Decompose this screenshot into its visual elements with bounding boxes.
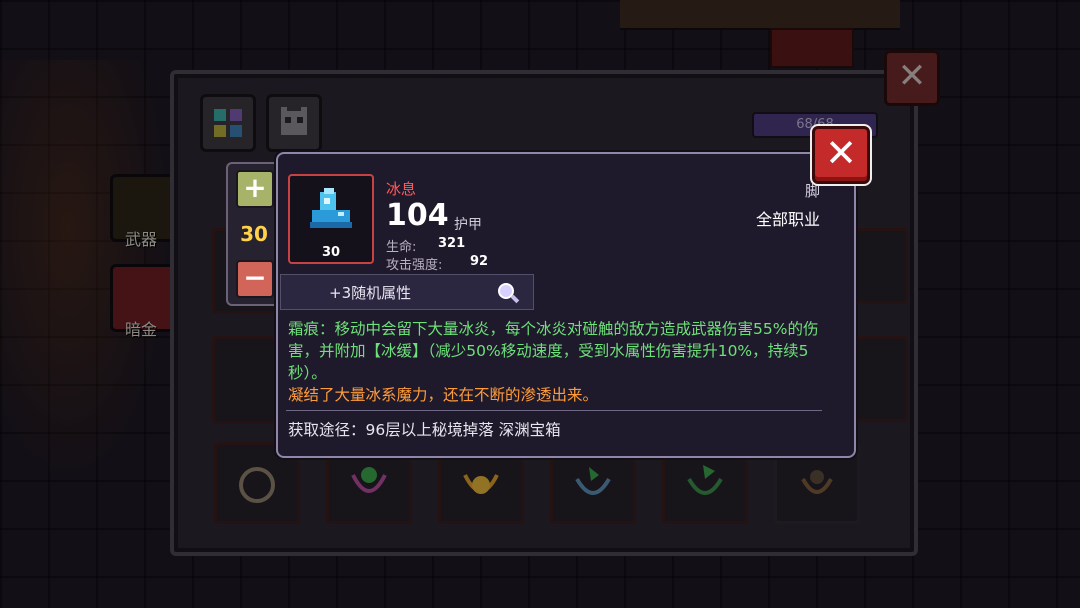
stat-value-hp: 321 [438, 236, 466, 251]
effect-description: 霜痕：移动中会留下大量冰炎，每个冰炎对碰触的敌方造成武器伤害55%的伤害，并附加… [288, 320, 819, 382]
class-requirement: 全部职业 [755, 210, 820, 229]
flavor-text: 凝结了大量冰系魔力，还在不断的渗透出来。 [288, 386, 599, 404]
level-plus-button[interactable]: + [236, 170, 274, 208]
level-minus-button[interactable]: − [236, 260, 274, 298]
magnifier-icon[interactable] [495, 280, 521, 306]
acquire-source: 获取途径：96层以上秘境掉落 深渊宝箱 [288, 421, 561, 439]
tooltip-close-button[interactable]: ✕ [812, 126, 870, 184]
stat-label-hp: 生命: [386, 240, 417, 255]
stat-value-attack: 92 [470, 254, 489, 269]
level-adjuster: + 30 − [226, 162, 282, 306]
level-value: 30 [240, 222, 268, 246]
armor-label: 护甲 [454, 217, 482, 233]
ice-boot-icon [310, 188, 352, 228]
item-name: 冰息 [386, 180, 417, 198]
armor-value: 104 [386, 198, 449, 233]
random-attribute-row[interactable]: +3随机属性 [280, 274, 534, 310]
divider [286, 410, 822, 411]
item-icon-box: 30 [288, 174, 374, 264]
item-level: 30 [321, 245, 341, 260]
item-tooltip: 30 冰息 104 护甲 生命: 321 攻击强度: 92 脚 全部职业 +3随… [276, 152, 856, 458]
random-attribute-text: +3随机属性 [329, 284, 412, 302]
stat-label-attack: 攻击强度: [386, 258, 443, 273]
